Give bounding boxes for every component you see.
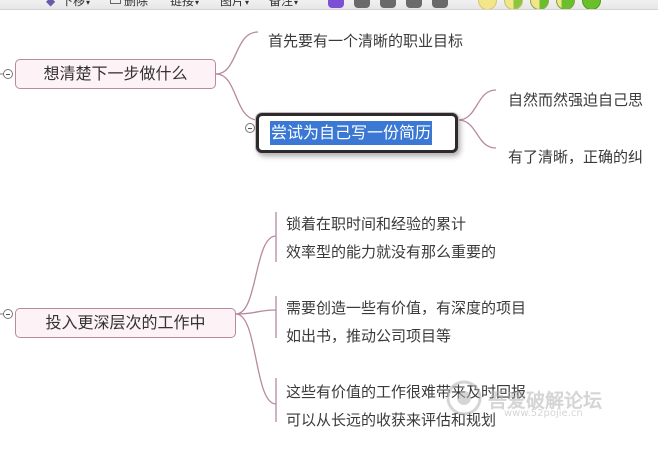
image-label: 图片 (220, 0, 245, 8)
priority-3-icon[interactable] (328, 0, 344, 8)
selected-topic-label[interactable]: 尝试为自己写一份简历 (270, 121, 433, 145)
watermark-logo-icon (446, 380, 482, 416)
leaf-line: 效率型的能力就没有那么重要的 (286, 243, 497, 261)
delete-icon (110, 0, 121, 4)
move-down-label: 下移 (61, 0, 86, 8)
delete-button[interactable]: 删除 (110, 0, 148, 8)
connector (457, 119, 497, 149)
selected-topic[interactable]: 尝试为自己写一份简历 (256, 113, 458, 153)
leaf-topic[interactable]: 自然而然强迫自己思 (508, 86, 643, 114)
connector (457, 89, 497, 121)
watermark-url: www.52pojie.cn (504, 408, 583, 419)
move-down-button[interactable]: ◆ 下移▾ (46, 0, 91, 9)
chevron-down-icon: ▾ (245, 0, 250, 7)
collapse-toggle-icon[interactable] (3, 69, 13, 79)
leaf-topic[interactable]: 锁着在职时间和经验的累计 效率型的能力就没有那么重要的 (286, 210, 496, 266)
topic-branch2[interactable]: 投入更深层次的工作中 (15, 308, 236, 338)
leaf-topic[interactable]: 有了清晰，正确的纠 (508, 143, 643, 171)
leaf-label: 有了清晰，正确的纠 (508, 148, 644, 166)
chevron-down-icon: ▾ (294, 0, 299, 7)
leaf-line: 如出书，推动公司项目等 (286, 327, 452, 345)
image-button[interactable]: 图片▾ (220, 0, 250, 9)
collapse-toggle-icon[interactable] (245, 123, 255, 133)
connector (235, 235, 277, 315)
progress-50-icon[interactable] (530, 0, 549, 9)
connector (215, 73, 259, 121)
leaf-topic[interactable]: 需要创造一些有价值，有深度的项目 如出书，推动公司项目等 (286, 294, 526, 350)
note-button[interactable]: 备注▾ (269, 0, 299, 9)
topic-label: 投入更深层次的工作中 (45, 313, 206, 332)
progress-75-icon[interactable] (556, 0, 575, 9)
toolbar: ◆ 下移▾ 删除 链接▾ 图片▾ 备注▾ (0, 0, 658, 10)
link-button[interactable]: 链接▾ (170, 0, 200, 9)
priority-8-icon[interactable] (406, 0, 422, 8)
topic-branch1[interactable]: 想清楚下一步做什么 (15, 59, 216, 89)
link-label: 链接 (170, 0, 195, 8)
topic-label: 想清楚下一步做什么 (43, 64, 188, 83)
move-down-icon: ◆ (46, 0, 56, 8)
priority-6-icon[interactable] (354, 0, 370, 8)
progress-done-icon[interactable] (582, 0, 601, 9)
priority-9-icon[interactable] (432, 0, 448, 8)
delete-label: 删除 (124, 0, 149, 8)
note-label: 备注 (269, 0, 294, 8)
leaf-line: 需要创造一些有价值，有深度的项目 (286, 299, 527, 317)
collapse-toggle-icon[interactable] (3, 309, 13, 319)
connector (235, 313, 277, 405)
chevron-down-icon: ▾ (86, 0, 91, 7)
leaf-line: 锁着在职时间和经验的累计 (286, 215, 467, 233)
chevron-down-icon: ▾ (195, 0, 200, 7)
leaf-label: 首先要有一个清晰的职业目标 (268, 32, 464, 50)
leaf-topic[interactable]: 首先要有一个清晰的职业目标 (268, 27, 463, 55)
progress-0-icon[interactable] (478, 0, 497, 9)
watermark: 吾爱破解论坛 www.52pojie.cn (444, 378, 654, 419)
priority-7-icon[interactable] (380, 0, 396, 8)
leaf-label: 自然而然强迫自己思 (508, 91, 644, 109)
connector (215, 31, 259, 75)
progress-25-icon[interactable] (504, 0, 523, 9)
